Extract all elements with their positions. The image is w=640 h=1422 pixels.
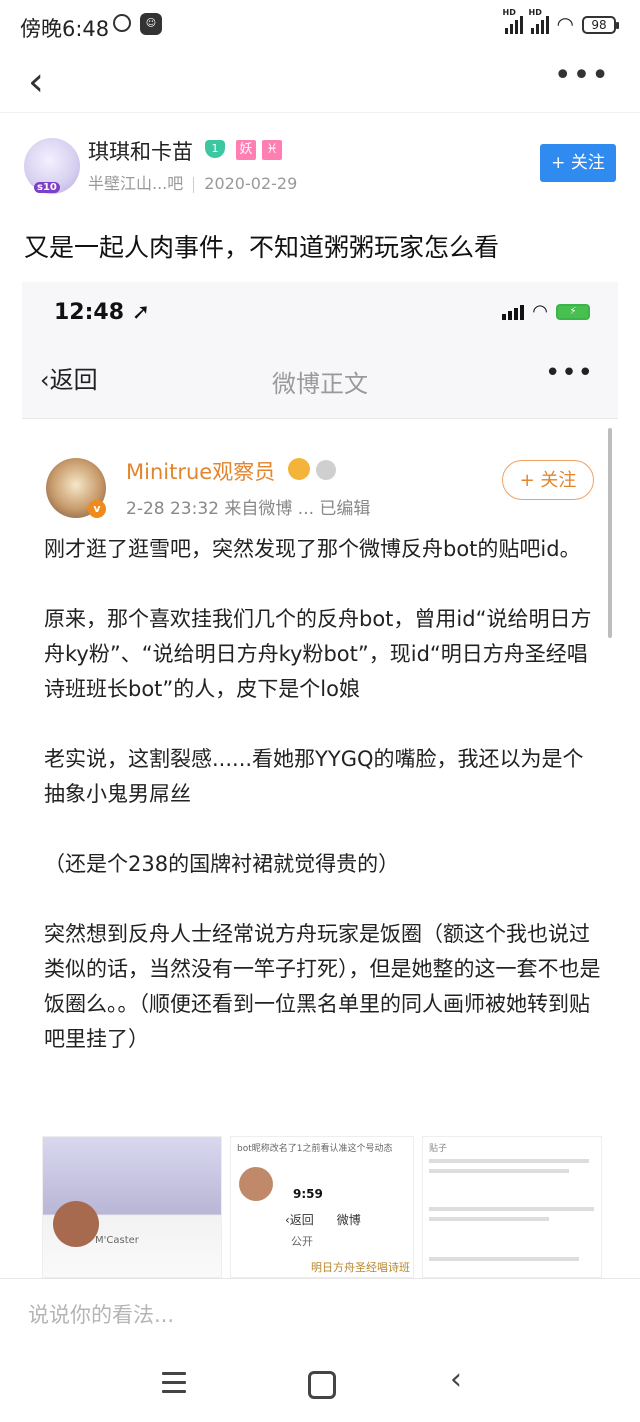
post-date: 2020-02-29 bbox=[204, 174, 298, 193]
status-bar: 傍晚6:48 ☺ HD HD ◠ 98 bbox=[0, 0, 640, 52]
author-row: s10 琪琪和卡苗 1 妖 ♓ 半壁江山...吧 2020-02-29 + 关注 bbox=[0, 128, 640, 198]
inner-wifi-icon: ◠ bbox=[532, 301, 548, 322]
inner-follow-button: + 关注 bbox=[502, 460, 594, 500]
paragraph: （还是个238的国牌衬裙就觉得贵的） bbox=[44, 852, 400, 876]
avatar-badge: s10 bbox=[34, 182, 60, 193]
comment-bar: 说说你的看法... bbox=[0, 1278, 640, 1347]
inner-status-bar: 12:48 ➚ ◠ ⚡ bbox=[22, 282, 618, 342]
status-time: 傍晚6:48 bbox=[20, 17, 110, 41]
alarm-icon bbox=[113, 14, 131, 32]
thumbnail-1: M'Caster bbox=[42, 1136, 222, 1278]
more-options-icon[interactable]: ••• bbox=[554, 58, 610, 93]
paragraph: 老实说，这割裂感......看她那YYGQ的嘴脸，我还以为是个抽象小鬼男屌丝 bbox=[44, 747, 584, 806]
embedded-screenshot[interactable]: 12:48 ➚ ◠ ⚡ ‹返回 微博正文 ••• v Minitrue观察员 2… bbox=[22, 282, 618, 1278]
thumbnail-2: bot昵称改名了1之前看认准这个号动态 9:59 ‹返回 微博 公开 明日方舟圣… bbox=[230, 1136, 414, 1278]
post-title: 又是一起人肉事件，不知道粥粥玩家怎么看 bbox=[24, 233, 500, 262]
inner-battery-icon: ⚡ bbox=[556, 304, 590, 320]
author-name[interactable]: 琪琪和卡苗 bbox=[88, 136, 193, 166]
back-icon[interactable]: ‹ bbox=[28, 60, 44, 104]
follow-button[interactable]: + 关注 bbox=[540, 144, 616, 182]
verified-badge-icon: v bbox=[88, 500, 106, 518]
comment-input[interactable]: 说说你的看法... bbox=[28, 1299, 174, 1329]
paragraph: 刚才逛了逛雪吧，突然发现了那个微博反舟bot的贴吧id。 bbox=[44, 537, 581, 561]
top-nav: ‹ ••• bbox=[0, 52, 640, 113]
inner-nav: ‹返回 微博正文 ••• bbox=[22, 342, 618, 419]
emoji-badge-icon bbox=[288, 458, 310, 480]
system-nav-bar: ‹ bbox=[0, 1346, 640, 1422]
notification-app-icon: ☺ bbox=[140, 13, 162, 35]
inner-scrollbar bbox=[608, 428, 612, 638]
medal-icon bbox=[316, 460, 336, 480]
inner-signal-icon bbox=[502, 305, 525, 320]
level-gem-icon: 1 bbox=[205, 140, 225, 158]
tag-badge-pisces: ♓ bbox=[262, 140, 282, 160]
inner-status-icons: ◠ ⚡ bbox=[502, 301, 590, 322]
forum-link[interactable]: 半壁江山...吧 bbox=[88, 174, 183, 193]
paragraph: 突然想到反舟人士经常说方舟玩家是饭圈（额这个我也说过类似的话，当然没有一竿子打死… bbox=[44, 922, 601, 1051]
menu-icon[interactable] bbox=[162, 1372, 186, 1399]
inner-post-meta: 2-28 23:32 来自微博 ... 已编辑 bbox=[126, 499, 371, 519]
thumbnail-avatar bbox=[53, 1201, 99, 1247]
inner-title: 微博正文 bbox=[272, 370, 368, 398]
thumbnail-avatar bbox=[239, 1167, 273, 1201]
image-thumbnails: M'Caster bot昵称改名了1之前看认准这个号动态 9:59 ‹返回 微博… bbox=[42, 1136, 602, 1278]
signal-icon: HD bbox=[503, 8, 523, 34]
system-back-icon[interactable]: ‹ bbox=[450, 1362, 462, 1397]
inner-user-name: Minitrue观察员 bbox=[126, 460, 276, 484]
home-icon[interactable] bbox=[308, 1371, 336, 1399]
battery-icon: 98 bbox=[582, 16, 619, 34]
signal-icon-2: HD bbox=[529, 8, 549, 34]
thumbnail-3: 贴子 bbox=[422, 1136, 602, 1278]
author-meta: 半壁江山...吧 2020-02-29 bbox=[88, 170, 297, 194]
inner-post-body: 刚才逛了逛雪吧，突然发现了那个微博反舟bot的贴吧id。 原来，那个喜欢挂我们几… bbox=[44, 532, 604, 1092]
tag-badge-yao: 妖 bbox=[236, 140, 256, 160]
inner-status-time: 12:48 ➚ bbox=[54, 300, 151, 325]
wifi-icon: ◠ bbox=[556, 12, 574, 36]
status-icons: HD HD ◠ 98 bbox=[503, 8, 619, 36]
inner-more-icon: ••• bbox=[544, 358, 594, 388]
paragraph: 原来，那个喜欢挂我们几个的反舟bot，曾用id“说给明日方舟ky粉”、“说给明日… bbox=[44, 607, 592, 701]
